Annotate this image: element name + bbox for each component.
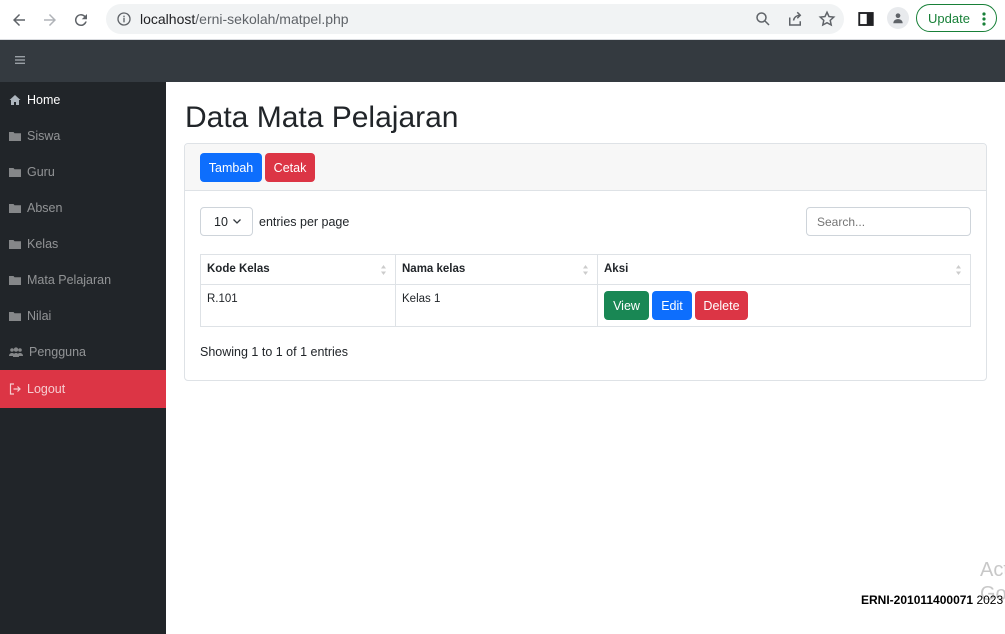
sidebar-item-mata-pelajaran[interactable]: Mata Pelajaran <box>0 262 166 298</box>
sidebar: Home Siswa Guru Absen Kelas Mata Pelajar… <box>0 82 166 634</box>
cell-kode-kelas: R.101 <box>200 284 396 327</box>
sidebar-item-guru[interactable]: Guru <box>0 154 166 190</box>
print-button[interactable]: Cetak <box>265 153 315 182</box>
folder-icon <box>9 202 21 214</box>
sort-icon <box>381 265 386 275</box>
table-header-row: Kode Kelas Nama kelas Aksi <box>200 254 971 285</box>
column-header-kode-kelas[interactable]: Kode Kelas <box>200 254 396 285</box>
column-header-nama-kelas[interactable]: Nama kelas <box>395 254 598 285</box>
folder-icon <box>9 274 21 286</box>
folder-icon <box>9 310 21 322</box>
update-button[interactable]: Update <box>916 4 997 32</box>
table-info: Showing 1 to 1 of 1 entries <box>200 345 349 359</box>
sidebar-item-label: Kelas <box>27 237 59 251</box>
url-text[interactable]: localhost/erni-sekolah/matpel.php <box>140 11 349 27</box>
zoom-icon[interactable] <box>754 10 772 28</box>
url-path: /erni-sekolah/matpel.php <box>195 11 349 27</box>
sidebar-item-kelas[interactable]: Kelas <box>0 226 166 262</box>
delete-button[interactable]: Delete <box>695 291 748 320</box>
sidebar-item-siswa[interactable]: Siswa <box>0 118 166 154</box>
side-panel-icon[interactable] <box>857 10 875 28</box>
footer-signature: ERNI-201011400071 2023 <box>861 593 1003 607</box>
footer-year: 2023 <box>976 593 1004 607</box>
address-bar[interactable]: localhost/erni-sekolah/matpel.php <box>106 4 844 34</box>
bookmark-star-icon[interactable] <box>818 10 836 28</box>
person-icon <box>893 13 903 24</box>
table-row: R.101 Kelas 1 View Edit Delete <box>200 284 971 327</box>
sidebar-item-label: Siswa <box>27 129 61 143</box>
view-button[interactable]: View <box>604 291 649 320</box>
sort-icon <box>956 265 961 275</box>
sidebar-item-label: Guru <box>27 165 55 179</box>
site-info-icon[interactable] <box>116 11 132 27</box>
logout-icon <box>9 383 21 395</box>
column-header-aksi[interactable]: Aksi <box>597 254 971 285</box>
more-vert-icon <box>982 12 986 26</box>
search-input[interactable] <box>806 207 971 236</box>
sidebar-item-home[interactable]: Home <box>0 82 166 118</box>
sidebar-item-label: Nilai <box>27 309 52 323</box>
data-card: Tambah Cetak 10 entries per page Kode Ke… <box>184 143 987 381</box>
sidebar-item-label: Logout <box>27 382 66 396</box>
update-label: Update <box>928 10 970 26</box>
sidebar-item-label: Mata Pelajaran <box>27 273 112 287</box>
entries-label: entries per page <box>259 215 350 229</box>
share-icon[interactable] <box>786 10 804 28</box>
reload-button[interactable] <box>69 8 93 32</box>
back-button[interactable] <box>7 8 31 32</box>
folder-icon <box>9 130 21 142</box>
reload-icon <box>74 13 87 26</box>
footer-author: ERNI-201011400071 <box>861 593 974 607</box>
add-button[interactable]: Tambah <box>200 153 262 182</box>
sidebar-item-label: Pengguna <box>29 345 87 359</box>
sidebar-item-logout[interactable]: Logout <box>0 370 166 408</box>
back-arrow-icon <box>13 13 25 26</box>
cell-aksi: View Edit Delete <box>597 284 971 327</box>
folder-icon <box>9 166 21 178</box>
cell-nama-kelas: Kelas 1 <box>395 284 598 327</box>
home-icon <box>9 94 21 106</box>
sidebar-item-nilai[interactable]: Nilai <box>0 298 166 334</box>
sidebar-item-absen[interactable]: Absen <box>0 190 166 226</box>
menu-toggle-icon[interactable] <box>15 55 25 65</box>
forward-arrow-icon <box>44 13 56 26</box>
main-content: Data Mata Pelajaran Tambah Cetak 10 entr… <box>166 82 1005 634</box>
edit-button[interactable]: Edit <box>652 291 692 320</box>
users-icon <box>9 346 23 358</box>
data-table: Kode Kelas Nama kelas Aksi R.101 Kelas 1… <box>200 254 971 327</box>
sidebar-item-pengguna[interactable]: Pengguna <box>0 334 166 370</box>
browser-toolbar: localhost/erni-sekolah/matpel.php Update <box>0 0 1005 40</box>
folder-icon <box>9 238 21 250</box>
card-header: Tambah Cetak <box>185 144 986 191</box>
chevron-down-icon <box>233 219 241 224</box>
entries-per-page-select[interactable]: 10 <box>200 207 253 236</box>
url-host: localhost <box>140 11 196 27</box>
page-title: Data Mata Pelajaran <box>185 101 459 134</box>
profile-avatar[interactable] <box>887 7 909 29</box>
forward-button[interactable] <box>38 8 62 32</box>
top-navbar <box>0 40 1005 82</box>
sidebar-item-label: Absen <box>27 201 63 215</box>
sort-icon <box>583 265 588 275</box>
entries-value: 10 <box>214 214 228 229</box>
sidebar-item-label: Home <box>27 93 61 107</box>
